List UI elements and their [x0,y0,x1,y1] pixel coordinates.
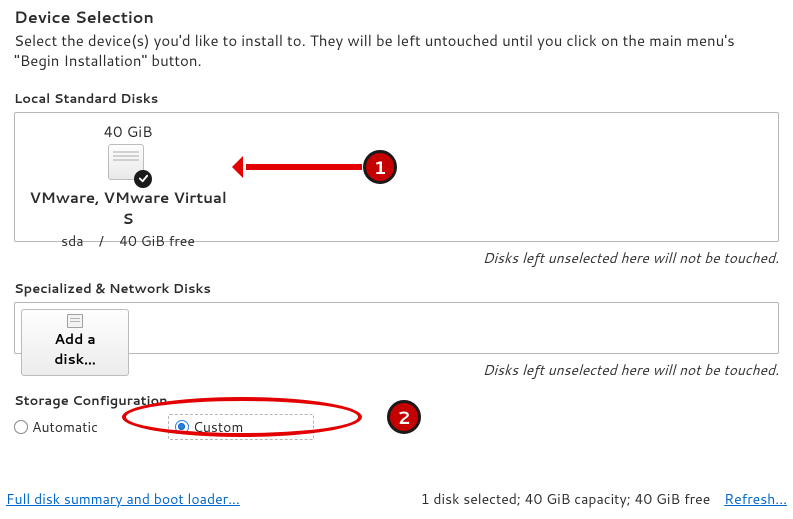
device-selection-description: Select the device(s) you'd like to insta… [14,31,774,72]
local-disks-note: Disks left unselected here will not be t… [14,248,779,268]
radio-automatic-label: Automatic [32,417,98,437]
selected-check-icon [134,170,152,188]
disk-status-text: 1 disk selected; 40 GiB capacity; 40 GiB… [421,489,711,509]
disk-icon-wrap [108,144,148,184]
disk-size: 40 GiB [23,121,233,142]
network-disks-heading: Specialized & Network Disks [14,280,779,298]
disk-meta: sda / 40 GiB free [23,231,233,251]
disk-sep: / [99,231,104,251]
annotation-ellipse-2 [122,397,362,437]
annotation-badge-1: 1 [363,150,397,184]
add-disk-icon [67,314,83,328]
network-disks-panel: Add a disk... [14,302,779,354]
add-disk-button[interactable]: Add a disk... [21,309,129,376]
disk-name: VMware, VMware Virtual S [23,187,233,229]
radio-automatic[interactable]: Automatic [14,417,98,437]
annotation-arrow-1 [246,164,362,170]
add-disk-label: Add a disk... [32,329,118,369]
local-disks-heading: Local Standard Disks [14,90,779,108]
radio-icon [14,420,28,434]
footer-bar: Full disk summary and boot loader... 1 d… [6,489,787,509]
disk-item-sda[interactable]: 40 GiB VMware, VMware Virtual S sda / 40… [23,119,233,251]
refresh-link[interactable]: Refresh... [724,489,787,509]
full-disk-summary-link[interactable]: Full disk summary and boot loader... [6,489,240,509]
annotation-badge-2: 2 [387,400,421,434]
local-disks-panel: 40 GiB VMware, VMware Virtual S sda / 40… [14,112,779,242]
disk-free: 40 GiB free [119,231,195,251]
device-selection-title: Device Selection [14,6,779,29]
disk-dev: sda [61,231,83,251]
